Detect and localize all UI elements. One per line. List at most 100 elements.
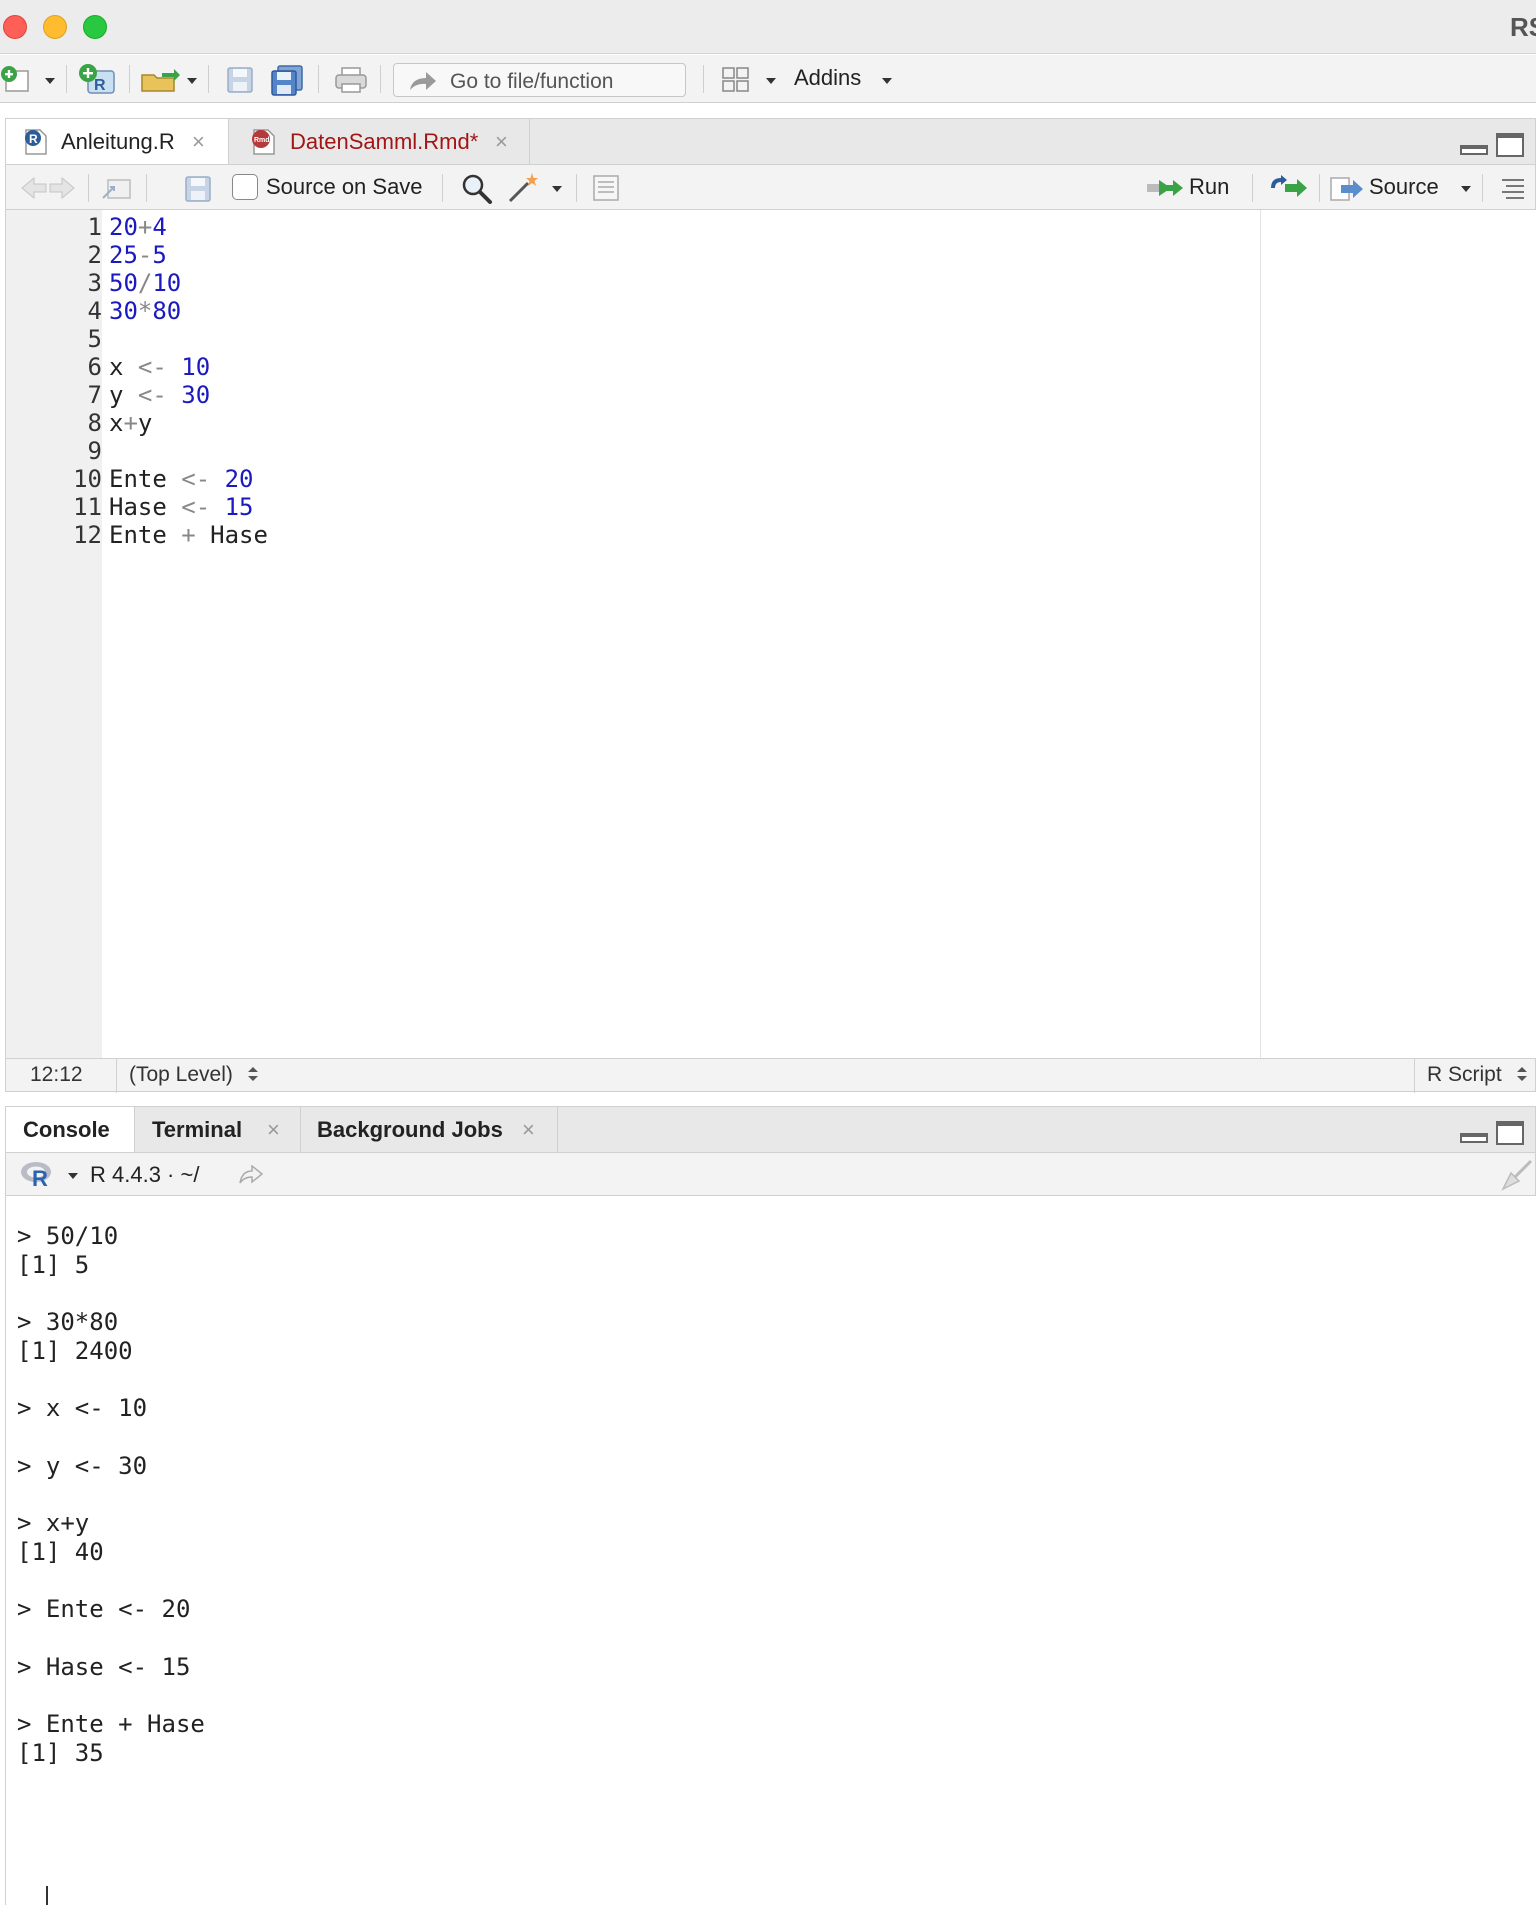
console-input-line: > y <- 30 [17,1452,148,1480]
code-token: 30 [109,297,138,325]
code-token: + [137,213,153,241]
pane-maximize-icon[interactable] [1496,133,1524,157]
close-icon[interactable]: × [192,129,205,155]
r-logo-icon[interactable]: R [20,1159,56,1189]
code-token: 5 [152,241,167,269]
print-icon[interactable] [334,66,368,94]
tab-terminal-label: Terminal [152,1117,243,1142]
code-token: 80 [152,297,182,325]
save-file-icon[interactable] [184,175,212,203]
console-input-line: > x <- 10 [17,1394,148,1422]
code-token: 10 [181,353,211,381]
source-dropdown-icon[interactable] [1461,186,1471,192]
workspace-panes-dropdown-icon[interactable] [766,78,776,84]
pane-maximize-icon[interactable] [1496,1121,1524,1145]
r-version-label: R 4.4.3 · ~/ [90,1162,200,1187]
show-in-new-window-icon[interactable] [100,174,134,202]
back-forward-icon[interactable] [20,176,76,200]
addins-menu-button[interactable]: Addins [794,65,861,91]
code-editor[interactable]: 1 2 3 4 5 6 7 8 9 10 11 12 20+4 25-5 50/10 30*80 x <- 1… [5,210,1536,1058]
save-all-icon[interactable] [270,64,304,96]
open-folder-dropdown-icon[interactable] [187,78,197,84]
pane-minimize-icon[interactable] [1460,1133,1488,1143]
svg-text:R: R [32,1166,48,1189]
console-input-line: > Ente + Hase [17,1710,205,1738]
code-token: x [109,353,138,381]
code-token: 10 [152,269,182,297]
code-token: x [109,409,124,437]
code-token: + [123,409,138,437]
line-number: 6 [87,353,102,381]
code-token: 25 [109,241,138,269]
svg-text:Rmd: Rmd [254,137,270,144]
run-button[interactable]: Run [1189,174,1229,200]
console-input-cursor[interactable] [46,1886,48,1905]
new-project-icon[interactable]: R [78,63,118,95]
code-token: <- [181,493,211,521]
console-output[interactable]: > 50/10 [1] 5 > 30*80 [1] 2400 > x <- 10 > y … [5,1196,1536,1905]
source-tabbar: R Anleitung.R × Rmd DatenSamml.Rmd* × [5,118,1536,165]
line-number: 10 [73,465,102,493]
save-icon[interactable] [226,66,254,94]
code-line: 30*80 [109,297,181,325]
r-version-dropdown-icon[interactable] [68,1173,78,1179]
code-token: 4 [152,213,167,241]
source-on-save-checkbox[interactable] [232,174,258,200]
tab-terminal[interactable]: Terminal × [136,1107,301,1153]
code-token: 20 [224,465,254,493]
close-icon[interactable]: × [522,1117,535,1143]
console-input-line: > 50/10 [17,1222,119,1250]
code-tools-wand-icon[interactable] [506,171,542,205]
code-line: 50/10 [109,269,181,297]
code-token: + [181,521,196,549]
main-toolbar: R Go to file/function Addins [0,55,1536,103]
new-file-icon[interactable] [0,65,34,93]
open-folder-icon[interactable] [140,65,182,95]
console-output-line: [1] 40 [17,1538,104,1566]
code-token: 15 [224,493,254,521]
goto-arrow-icon [410,72,436,90]
addins-dropdown-icon[interactable] [882,78,892,84]
tab-console[interactable]: Console [6,1107,135,1153]
print-margin-line [1260,210,1261,1058]
source-toolbar: Source on Save Run Source [5,164,1536,210]
goto-placeholder: Go to file/function [450,70,614,93]
code-token: Hase [109,493,182,521]
close-icon[interactable]: × [267,1117,280,1143]
goto-file-function-input[interactable]: Go to file/function [393,63,686,97]
pane-minimize-icon[interactable] [1460,145,1488,155]
tab-anleitung-label: Anleitung.R [61,129,175,154]
code-line: x+y [109,409,152,437]
line-number: 8 [87,409,102,437]
window-close-button[interactable] [3,15,27,39]
filetype-selector[interactable]: R Script [1427,1063,1528,1087]
source-arrow-icon[interactable] [1329,174,1367,202]
document-outline-icon[interactable] [592,174,620,202]
workspace-panes-icon[interactable] [721,66,751,94]
tab-background-jobs-label: Background Jobs [317,1117,503,1142]
run-arrow-icon[interactable] [1145,176,1185,200]
code-line: 25-5 [109,241,167,269]
filetype-label: R Script [1427,1063,1502,1086]
new-file-dropdown-icon[interactable] [45,78,55,84]
tab-datensamml-rmd[interactable]: Rmd DatenSamml.Rmd* × [230,119,530,165]
scope-label: (Top Level) [129,1063,233,1086]
clear-console-broom-icon[interactable] [1499,1159,1533,1193]
rerun-icon[interactable] [1267,174,1309,202]
search-icon[interactable] [461,173,493,205]
code-tools-dropdown-icon[interactable] [552,186,562,192]
window-zoom-button[interactable] [83,15,107,39]
tab-datensamml-label: DatenSamml.Rmd* [290,129,479,154]
scope-selector[interactable]: (Top Level) [129,1063,259,1087]
outline-menu-icon[interactable] [1498,177,1526,199]
tab-anleitung-r[interactable]: R Anleitung.R × [6,119,229,165]
code-token: y [109,381,138,409]
window-minimize-button[interactable] [43,15,67,39]
close-icon[interactable]: × [495,129,508,155]
source-button[interactable]: Source [1369,174,1439,200]
goto-working-dir-icon[interactable] [238,1165,264,1185]
line-number: 5 [87,325,102,353]
tab-background-jobs[interactable]: Background Jobs × [302,1107,558,1153]
